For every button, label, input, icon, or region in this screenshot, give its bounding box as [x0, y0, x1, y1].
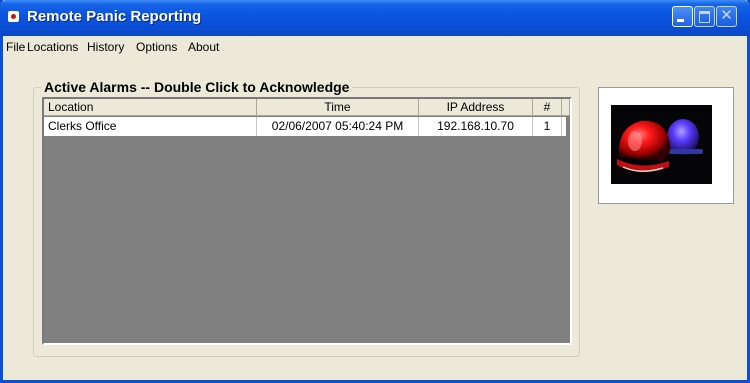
- column-count[interactable]: #: [533, 99, 562, 116]
- alarm-image: [598, 87, 734, 204]
- menu-file[interactable]: File: [6, 40, 25, 54]
- menu-options[interactable]: Options: [136, 40, 177, 54]
- menu-about[interactable]: About: [188, 40, 219, 54]
- column-ip-address[interactable]: IP Address: [419, 99, 533, 116]
- app-icon[interactable]: [8, 11, 19, 22]
- table-row[interactable]: Clerks Office 02/06/2007 05:40:24 PM 192…: [44, 117, 566, 136]
- close-button[interactable]: ✕: [716, 6, 737, 27]
- alarms-list[interactable]: Location Time IP Address # Clerks Office…: [42, 97, 572, 345]
- maximize-button[interactable]: [694, 6, 715, 27]
- column-filler: [562, 99, 570, 116]
- main-window: Remote Panic Reporting ✕ File Locations …: [0, 0, 750, 383]
- cell-ip-address: 192.168.10.70: [419, 117, 533, 136]
- cell-location: Clerks Office: [44, 117, 257, 136]
- minimize-button[interactable]: [672, 6, 693, 27]
- cell-count: 1: [533, 117, 562, 136]
- column-time[interactable]: Time: [257, 99, 419, 116]
- menu-history[interactable]: History: [87, 40, 124, 54]
- column-location[interactable]: Location: [44, 99, 257, 116]
- cell-time: 02/06/2007 05:40:24 PM: [257, 117, 419, 136]
- siren-lights-icon: [611, 105, 712, 184]
- menu-bar: File Locations History Options About: [3, 36, 747, 56]
- title-bar[interactable]: Remote Panic Reporting ✕: [0, 0, 750, 36]
- window-title: Remote Panic Reporting: [27, 8, 202, 25]
- active-alarms-label: Active Alarms -- Double Click to Acknowl…: [41, 79, 353, 95]
- close-icon: ✕: [720, 6, 733, 24]
- menu-locations[interactable]: Locations: [27, 40, 78, 54]
- list-header: Location Time IP Address #: [44, 99, 570, 117]
